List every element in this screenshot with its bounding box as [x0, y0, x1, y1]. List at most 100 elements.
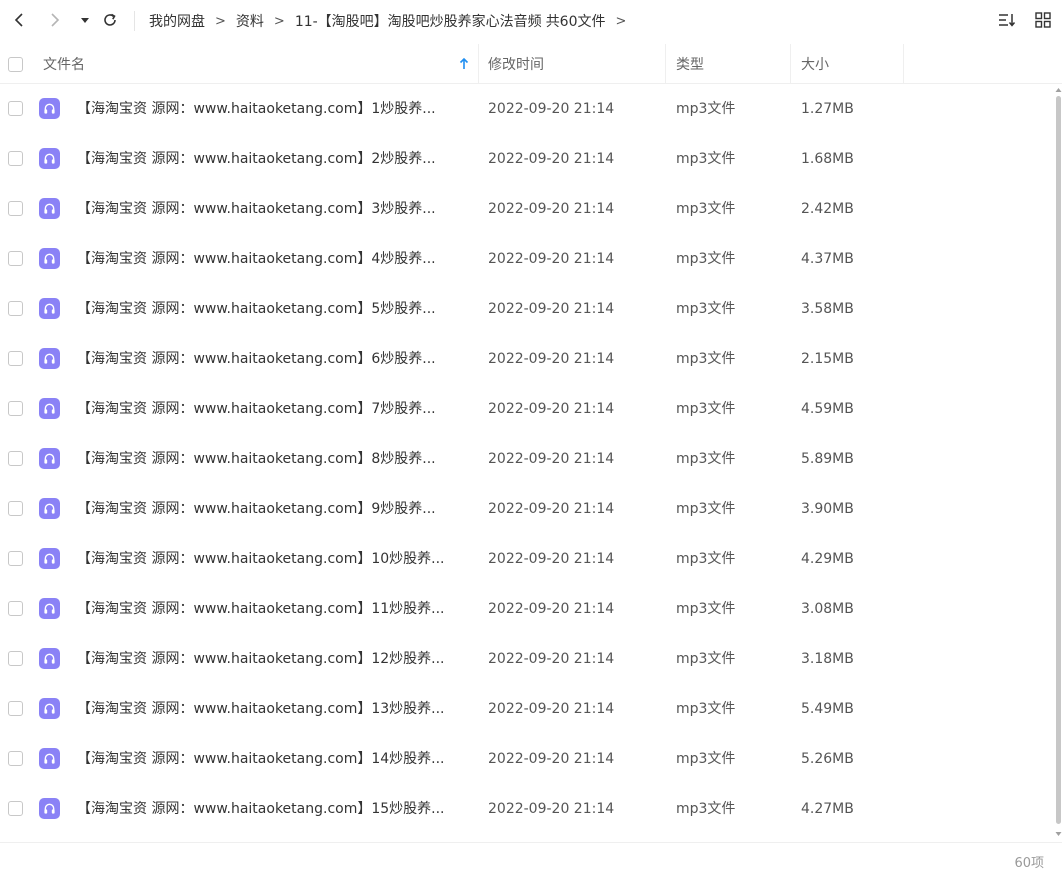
file-modified-time: 2022-09-20 21:14: [488, 651, 615, 667]
audio-file-icon: [39, 648, 60, 669]
table-row[interactable]: 【海淘宝资 源网：www.haitaoketang.com】5炒股养... 20…: [0, 284, 1054, 334]
row-checkbox[interactable]: [8, 601, 23, 616]
scroll-down-arrow-icon[interactable]: [1055, 830, 1062, 838]
row-checkbox[interactable]: [8, 151, 23, 166]
table-row[interactable]: 【海淘宝资 源网：www.haitaoketang.com】12炒股养... 2…: [0, 634, 1054, 684]
column-divider[interactable]: [903, 44, 904, 84]
file-size: 3.08MB: [801, 601, 854, 617]
row-checkbox[interactable]: [8, 401, 23, 416]
file-type: mp3文件: [676, 651, 736, 667]
refresh-button[interactable]: [99, 9, 121, 31]
table-row[interactable]: 【海淘宝资 源网：www.haitaoketang.com】2炒股养... 20…: [0, 134, 1054, 184]
file-name[interactable]: 【海淘宝资 源网：www.haitaoketang.com】9炒股养...: [77, 484, 436, 534]
back-button[interactable]: [8, 9, 30, 31]
table-row[interactable]: 【海淘宝资 源网：www.haitaoketang.com】13炒股养... 2…: [0, 684, 1054, 734]
file-size: 4.37MB: [801, 251, 854, 267]
table-row[interactable]: 【海淘宝资 源网：www.haitaoketang.com】4炒股养... 20…: [0, 234, 1054, 284]
file-name[interactable]: 【海淘宝资 源网：www.haitaoketang.com】1炒股养...: [77, 84, 436, 134]
audio-file-icon: [39, 598, 60, 619]
headphones-icon: [44, 753, 55, 764]
row-checkbox[interactable]: [8, 251, 23, 266]
file-name[interactable]: 【海淘宝资 源网：www.haitaoketang.com】6炒股养...: [77, 334, 436, 384]
headphones-icon: [44, 703, 55, 714]
file-modified-time: 2022-09-20 21:14: [488, 301, 615, 317]
headphones-icon: [44, 603, 55, 614]
vertical-scrollbar[interactable]: [1055, 86, 1062, 836]
file-size: 1.68MB: [801, 151, 854, 167]
file-size: 5.49MB: [801, 701, 854, 717]
row-checkbox[interactable]: [8, 301, 23, 316]
column-header-type[interactable]: 类型: [676, 44, 704, 84]
file-name[interactable]: 【海淘宝资 源网：www.haitaoketang.com】4炒股养...: [77, 234, 436, 284]
scroll-up-arrow-icon[interactable]: [1055, 86, 1062, 94]
row-checkbox[interactable]: [8, 201, 23, 216]
row-checkbox[interactable]: [8, 751, 23, 766]
file-type: mp3文件: [676, 501, 736, 517]
row-checkbox[interactable]: [8, 801, 23, 816]
file-name[interactable]: 【海淘宝资 源网：www.haitaoketang.com】13炒股养...: [77, 684, 445, 734]
file-name[interactable]: 【海淘宝资 源网：www.haitaoketang.com】10炒股养...: [77, 534, 445, 584]
sort-button[interactable]: [996, 9, 1018, 31]
row-checkbox[interactable]: [8, 551, 23, 566]
file-name[interactable]: 【海淘宝资 源网：www.haitaoketang.com】14炒股养...: [77, 734, 445, 784]
headphones-icon: [44, 353, 55, 364]
file-name[interactable]: 【海淘宝资 源网：www.haitaoketang.com】2炒股养...: [77, 134, 436, 184]
column-divider[interactable]: [665, 44, 666, 84]
table-row[interactable]: 【海淘宝资 源网：www.haitaoketang.com】14炒股养... 2…: [0, 734, 1054, 784]
row-checkbox[interactable]: [8, 351, 23, 366]
breadcrumb-item-root[interactable]: 我的网盘: [149, 11, 205, 31]
file-size: 5.89MB: [801, 451, 854, 467]
file-size: 3.90MB: [801, 501, 854, 517]
file-type: mp3文件: [676, 351, 736, 367]
table-row[interactable]: 【海淘宝资 源网：www.haitaoketang.com】7炒股养... 20…: [0, 384, 1054, 434]
file-name[interactable]: 【海淘宝资 源网：www.haitaoketang.com】3炒股养...: [77, 184, 436, 234]
headphones-icon: [44, 203, 55, 214]
row-checkbox[interactable]: [8, 701, 23, 716]
grid-view-button[interactable]: [1032, 9, 1054, 31]
file-type: mp3文件: [676, 601, 736, 617]
file-name[interactable]: 【海淘宝资 源网：www.haitaoketang.com】5炒股养...: [77, 284, 436, 334]
breadcrumb-item-current-folder[interactable]: 11-【淘股吧】淘股吧炒股养家心法音频: [295, 11, 542, 31]
headphones-icon: [44, 553, 55, 564]
file-size: 5.26MB: [801, 751, 854, 767]
table-row[interactable]: 【海淘宝资 源网：www.haitaoketang.com】9炒股养... 20…: [0, 484, 1054, 534]
column-header-name[interactable]: 文件名: [43, 44, 85, 84]
column-divider[interactable]: [790, 44, 791, 84]
audio-file-icon: [39, 798, 60, 819]
file-type: mp3文件: [676, 701, 736, 717]
table-row[interactable]: 【海淘宝资 源网：www.haitaoketang.com】6炒股养... 20…: [0, 334, 1054, 384]
file-name[interactable]: 【海淘宝资 源网：www.haitaoketang.com】15炒股养...: [77, 784, 445, 834]
table-row[interactable]: 【海淘宝资 源网：www.haitaoketang.com】10炒股养... 2…: [0, 534, 1054, 584]
row-checkbox[interactable]: [8, 651, 23, 666]
file-name[interactable]: 【海淘宝资 源网：www.haitaoketang.com】8炒股养...: [77, 434, 436, 484]
item-count: 60项: [1014, 856, 1044, 871]
toolbar-divider: [134, 11, 135, 31]
file-name[interactable]: 【海淘宝资 源网：www.haitaoketang.com】12炒股养...: [77, 634, 445, 684]
select-all-checkbox-cell[interactable]: [8, 44, 23, 84]
file-modified-time: 2022-09-20 21:14: [488, 701, 615, 717]
table-row[interactable]: 【海淘宝资 源网：www.haitaoketang.com】11炒股养... 2…: [0, 584, 1054, 634]
table-row[interactable]: 【海淘宝资 源网：www.haitaoketang.com】15炒股养... 2…: [0, 784, 1054, 834]
row-checkbox[interactable]: [8, 101, 23, 116]
file-name[interactable]: 【海淘宝资 源网：www.haitaoketang.com】7炒股养...: [77, 384, 436, 434]
table-row[interactable]: 【海淘宝资 源网：www.haitaoketang.com】3炒股养... 20…: [0, 184, 1054, 234]
file-size: 4.27MB: [801, 801, 854, 817]
row-checkbox[interactable]: [8, 451, 23, 466]
breadcrumb-separator: >: [615, 13, 627, 29]
headphones-icon: [44, 153, 55, 164]
breadcrumb-item-materials[interactable]: 资料: [236, 11, 264, 31]
headphones-icon: [44, 803, 55, 814]
column-header-size[interactable]: 大小: [801, 44, 829, 84]
file-name[interactable]: 【海淘宝资 源网：www.haitaoketang.com】11炒股养...: [77, 584, 445, 634]
table-row[interactable]: 【海淘宝资 源网：www.haitaoketang.com】1炒股养... 20…: [0, 84, 1054, 134]
forward-button[interactable]: [44, 9, 66, 31]
file-list: 【海淘宝资 源网：www.haitaoketang.com】1炒股养... 20…: [0, 84, 1054, 834]
column-header-modified[interactable]: 修改时间: [488, 44, 544, 84]
scrollbar-thumb[interactable]: [1056, 96, 1061, 824]
history-dropdown-button[interactable]: [74, 9, 96, 31]
table-row[interactable]: 【海淘宝资 源网：www.haitaoketang.com】8炒股养... 20…: [0, 434, 1054, 484]
folder-file-count: 共60文件: [545, 14, 606, 30]
select-all-checkbox[interactable]: [8, 56, 23, 72]
column-divider[interactable]: [478, 44, 479, 84]
row-checkbox[interactable]: [8, 501, 23, 516]
